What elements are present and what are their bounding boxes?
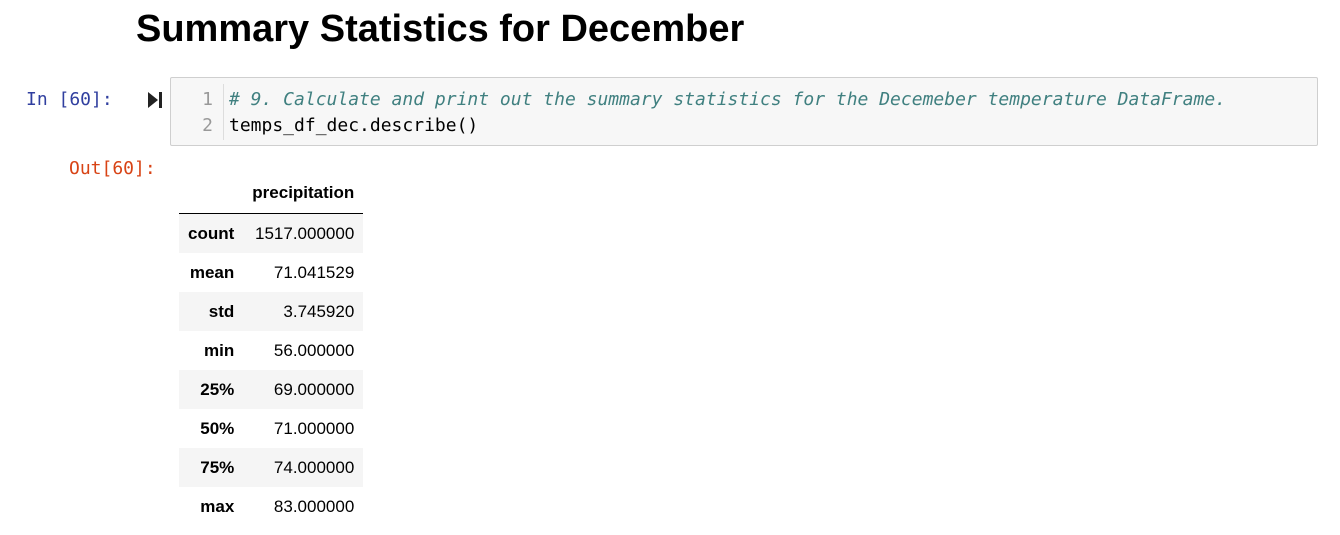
table-row: count 1517.000000 bbox=[179, 213, 364, 253]
cell-value: 71.000000 bbox=[273, 418, 355, 438]
table-row: 50% 71.000000 bbox=[179, 409, 363, 448]
cell-value: 69.000000 bbox=[273, 379, 355, 399]
cell-value: 3.745920 bbox=[283, 301, 355, 321]
line-number-gutter: 1 2 bbox=[171, 78, 221, 145]
row-label: count bbox=[188, 223, 235, 243]
cell-value: 83.000000 bbox=[273, 496, 355, 516]
run-cell-button[interactable] bbox=[146, 90, 164, 110]
row-label: 50% bbox=[200, 418, 235, 438]
row-label: 75% bbox=[200, 457, 235, 477]
cell-value: 71.041529 bbox=[273, 262, 355, 282]
line-number: 1 bbox=[202, 89, 213, 110]
code-statement-line[interactable]: temps_df_dec.describe() bbox=[229, 113, 478, 139]
row-label: std bbox=[208, 301, 235, 321]
cell-value: 56.000000 bbox=[273, 340, 355, 360]
table-row: 25% 69.000000 bbox=[179, 370, 364, 409]
line-number: 2 bbox=[202, 115, 213, 136]
row-label: mean bbox=[189, 262, 235, 282]
gutter-divider bbox=[223, 84, 224, 140]
table-row: mean 71.041529 bbox=[179, 253, 363, 292]
table-row: std 3.745920 bbox=[179, 292, 364, 331]
column-header-precipitation: precipitation bbox=[243, 173, 364, 214]
table-row: min 56.000000 bbox=[179, 331, 363, 370]
output-prompt: Out[60]: bbox=[69, 158, 156, 179]
describe-dataframe-table: precipitation count 1517.000000 mean 71.… bbox=[179, 173, 364, 526]
index-corner-header bbox=[179, 173, 244, 214]
code-comment-line[interactable]: # 9. Calculate and print out the summary… bbox=[229, 87, 1226, 113]
notebook-heading: Summary Statistics for December bbox=[136, 8, 745, 50]
table-row: max 83.000000 bbox=[179, 487, 363, 526]
row-label: min bbox=[204, 340, 235, 360]
run-cell-icon bbox=[148, 92, 162, 108]
code-cell-editor[interactable]: 1 2 # 9. Calculate and print out the sum… bbox=[170, 77, 1318, 146]
cell-value: 74.000000 bbox=[273, 457, 355, 477]
row-label: 25% bbox=[200, 379, 235, 399]
table-row: 75% 74.000000 bbox=[179, 448, 364, 487]
cell-value: 1517.000000 bbox=[255, 223, 355, 243]
input-prompt: In [60]: bbox=[26, 89, 113, 110]
row-label: max bbox=[200, 496, 235, 516]
table-header-row: precipitation bbox=[179, 173, 364, 214]
